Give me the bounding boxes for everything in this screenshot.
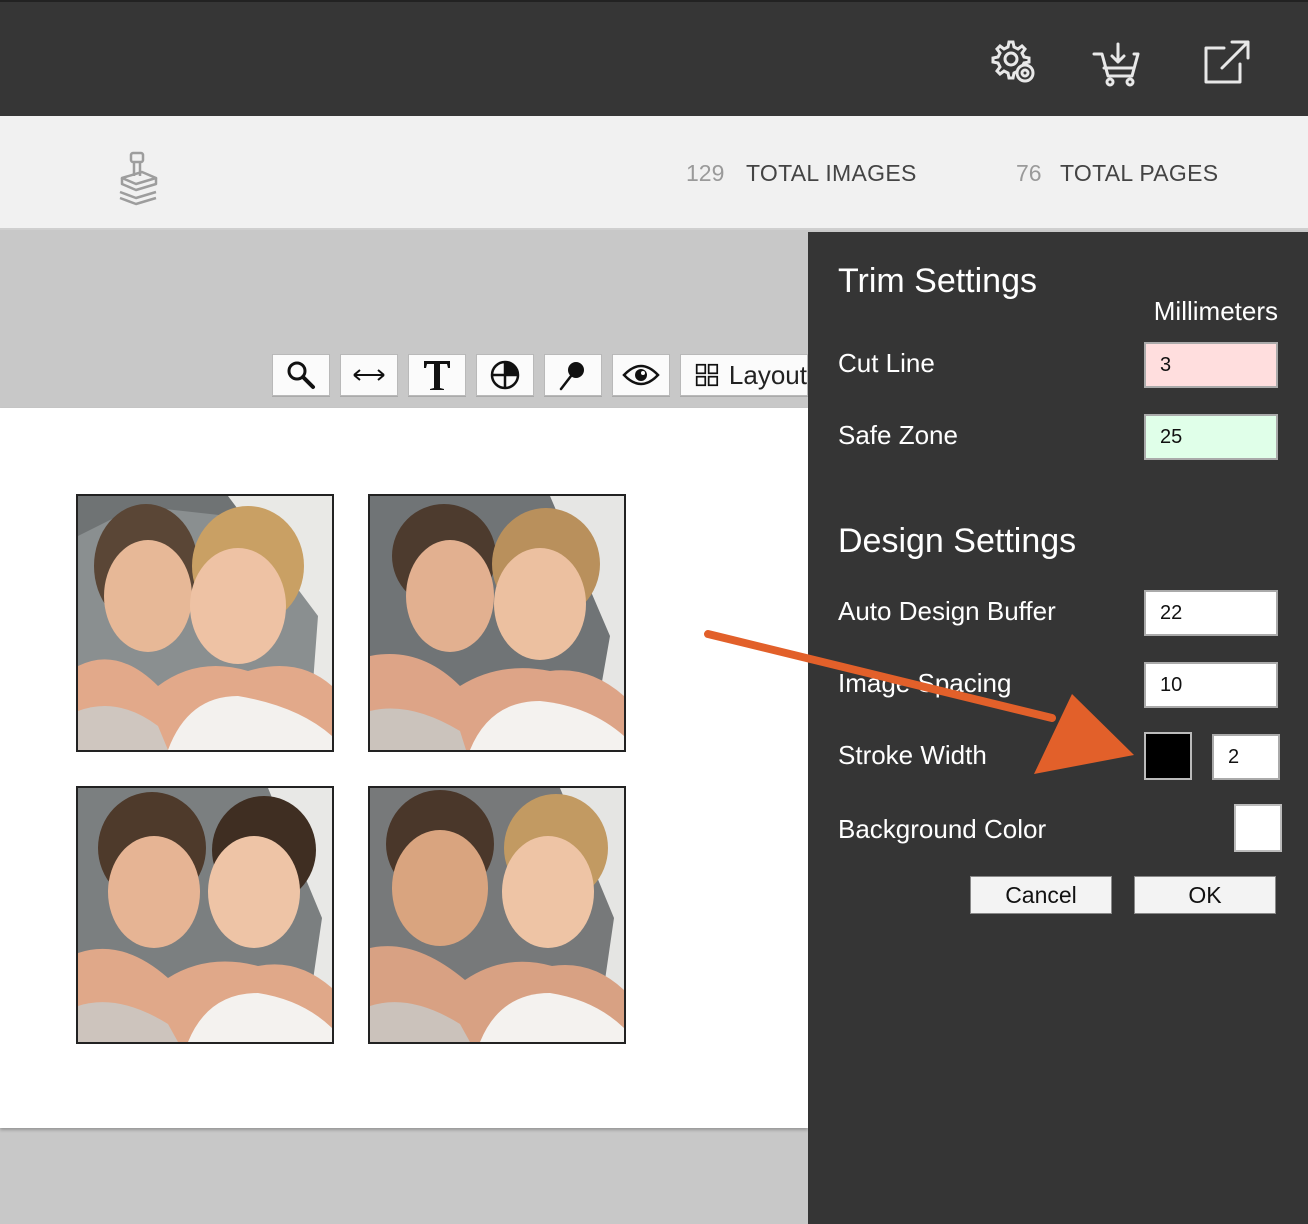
layout-grid-icon: [695, 363, 719, 387]
stroke-width-label: Stroke Width: [838, 740, 987, 770]
unit-label: Millimeters: [1153, 296, 1278, 326]
total-pages-count: 76: [1016, 160, 1042, 186]
background-color-swatch[interactable]: [1234, 804, 1282, 852]
color-tool-button[interactable]: [476, 354, 534, 396]
preview-tool-button[interactable]: [612, 354, 670, 396]
page-canvas[interactable]: [0, 408, 808, 1128]
open-external-icon[interactable]: [1202, 38, 1252, 88]
total-images-count: 129: [686, 160, 725, 186]
layout-button[interactable]: Layout: [680, 354, 808, 396]
design-settings-title: Design Settings: [838, 522, 1077, 560]
safe-zone-label: Safe Zone: [838, 420, 958, 450]
text-icon: [424, 361, 450, 390]
image-spacing-label: Image Spacing: [838, 668, 1012, 698]
cut-line-field[interactable]: [1144, 342, 1278, 388]
stamp-icon[interactable]: [114, 150, 162, 206]
photo-slot[interactable]: [76, 786, 334, 1044]
ok-button[interactable]: OK: [1134, 876, 1276, 914]
cart-download-icon[interactable]: [1092, 38, 1142, 88]
stats-bar: 129 TOTAL IMAGES 76 TOTAL PAGES: [0, 116, 1308, 230]
safe-zone-field[interactable]: [1144, 414, 1278, 460]
text-tool-button[interactable]: [408, 354, 466, 396]
portrait-photo: [370, 496, 624, 750]
pin-tool-button[interactable]: [544, 354, 602, 396]
total-pages-label: TOTAL PAGES: [1060, 160, 1219, 186]
layout-label: Layout: [728, 359, 807, 390]
top-bar: [0, 0, 1308, 116]
zoom-icon: [287, 361, 315, 389]
photo-slot[interactable]: [76, 494, 334, 752]
pin-icon: [559, 362, 584, 391]
total-images-label: TOTAL IMAGES: [746, 160, 917, 186]
background-color-label: Background Color: [838, 814, 1047, 844]
portrait-photo: [78, 788, 332, 1042]
color-wheel-icon: [490, 360, 520, 390]
cancel-button[interactable]: Cancel: [970, 876, 1112, 914]
image-spacing-field[interactable]: [1144, 662, 1278, 708]
settings-panel: Trim Settings Millimeters Cut Line Safe …: [808, 232, 1308, 1224]
stroke-width-field[interactable]: [1212, 734, 1280, 780]
portrait-photo: [370, 788, 624, 1042]
eye-icon: [622, 364, 660, 386]
zoom-tool-button[interactable]: [272, 354, 330, 396]
photo-slot[interactable]: [368, 494, 626, 752]
auto-design-buffer-field[interactable]: [1144, 590, 1278, 636]
swap-tool-button[interactable]: [340, 354, 398, 396]
stroke-color-swatch[interactable]: [1144, 732, 1192, 780]
cut-line-label: Cut Line: [838, 348, 935, 378]
swap-horizontal-icon: [353, 369, 385, 381]
auto-design-buffer-label: Auto Design Buffer: [838, 596, 1056, 626]
portrait-photo: [78, 496, 332, 750]
photo-slot[interactable]: [368, 786, 626, 1044]
trim-settings-title: Trim Settings: [838, 262, 1038, 300]
settings-gear-icon[interactable]: [988, 38, 1038, 88]
